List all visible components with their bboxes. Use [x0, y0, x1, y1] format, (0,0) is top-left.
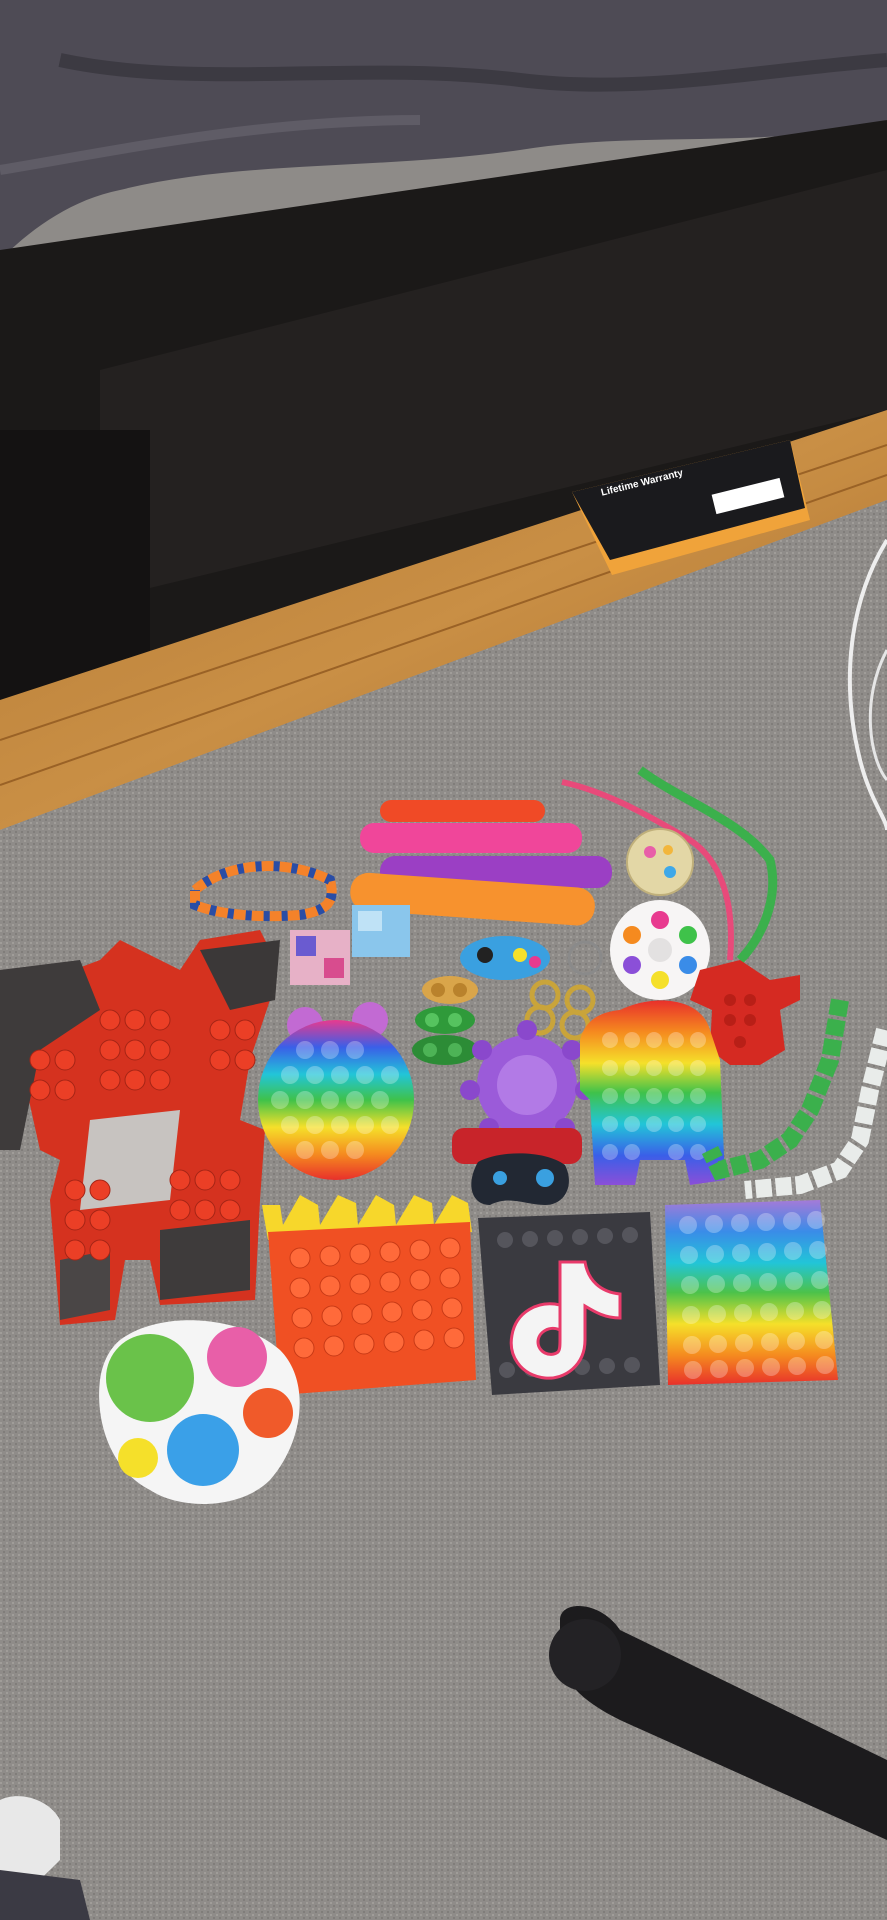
- among-us-pop-it: [580, 1000, 725, 1185]
- french-fries-pop-it: [262, 1195, 476, 1395]
- squish-ball: [626, 828, 694, 896]
- fidget-pad: [471, 1153, 569, 1205]
- tiktok-pop-it: [478, 1212, 660, 1395]
- square-rainbow-pop-it: [665, 1200, 838, 1385]
- fidget-toys-photo: [0, 0, 887, 1920]
